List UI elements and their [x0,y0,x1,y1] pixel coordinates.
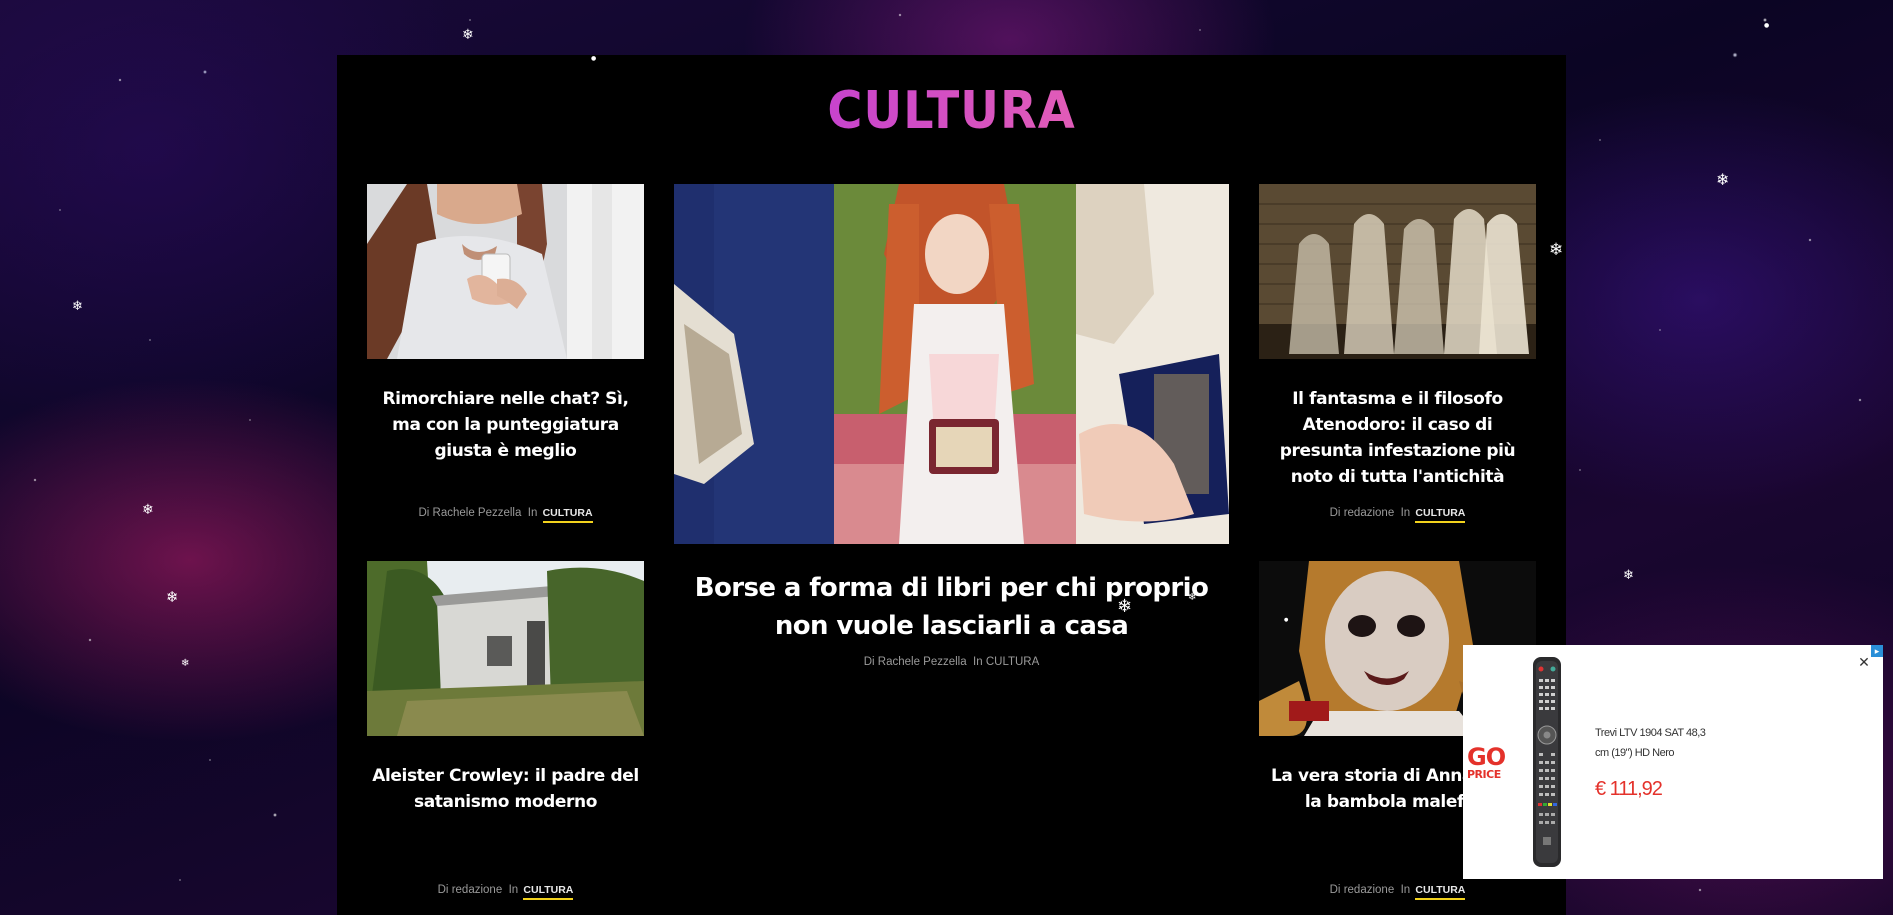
article-thumbnail[interactable] [367,561,644,736]
snowflake-icon: ❄ [72,299,83,314]
remote-control-image[interactable] [1531,657,1563,867]
byline-in: In [1400,507,1411,519]
article-byline: Di redazione In CULTURA [1259,884,1536,900]
category-link[interactable]: CULTURA [1415,507,1466,523]
ad-product-name[interactable]: Trevi LTV 1904 SAT 48,3 cm (19") HD Nero [1595,723,1725,763]
byline-prefix: Di [1329,507,1341,519]
author-link[interactable]: Rachele Pezzella [878,656,967,668]
byline-in: In [973,656,983,668]
ad-product-line2: cm (19") HD Nero [1595,747,1675,759]
category-link[interactable]: CULTURA [542,507,593,523]
featured-article-image[interactable] [674,184,1229,544]
article-title[interactable]: Aleister Crowley: il padre del satanismo… [367,763,644,815]
article-card[interactable]: Il fantasma e il filosofo Atenodoro: il … [1259,184,1536,544]
article-title[interactable]: Il fantasma e il filosofo Atenodoro: il … [1259,386,1536,490]
article-byline: Di redazione In CULTURA [1259,507,1536,523]
page-title: CULTURA [386,81,1517,141]
snowflake-icon: ❄ [1716,170,1730,189]
byline-prefix: Di [1329,884,1341,896]
article-byline: Di Rachele Pezzella In CULTURA [367,507,644,523]
category-link[interactable]: CULTURA [1415,884,1466,900]
category-link[interactable]: CULTURA [986,656,1039,668]
featured-byline: Di Rachele Pezzella In CULTURA [674,656,1229,668]
ad-info-icon[interactable]: ▸ [1871,645,1883,657]
article-byline: Di redazione In CULTURA [367,884,644,900]
byline-prefix: Di [863,656,875,668]
byline-prefix: Di [437,884,449,896]
article-card[interactable]: Aleister Crowley: il padre del satanismo… [367,561,644,915]
article-thumbnail[interactable] [367,184,644,359]
snowflake-icon: ❄ [462,27,474,43]
author-link[interactable]: redazione [452,884,503,896]
snowflake-icon: ❄ [1623,568,1634,583]
article-title[interactable]: Rimorchiare nelle chat? Sì, ma con la pu… [367,386,644,464]
article-card[interactable]: Rimorchiare nelle chat? Sì, ma con la pu… [367,184,644,544]
snowflake-icon: ❄ [142,502,154,518]
author-link[interactable]: redazione [1344,507,1395,519]
author-link[interactable]: redazione [1344,884,1395,896]
featured-article-title[interactable]: Borse a forma di libri per chi proprio n… [674,569,1229,645]
snowflake-icon: ❄ [181,658,190,669]
ad-product-line1: Trevi LTV 1904 SAT 48,3 [1595,727,1706,739]
snowflake-icon: ● [1764,22,1770,29]
byline-in: In [1400,884,1411,896]
ad-price[interactable]: € 111,92 [1595,778,1663,801]
close-icon[interactable]: ✕ [1857,655,1871,669]
byline-in: In [508,884,519,896]
advertisement-banner[interactable]: ▸ ✕ GO PRICE Trevi LTV 1904 SAT 48,3 cm … [1463,645,1883,879]
article-thumbnail[interactable] [1259,184,1536,359]
byline-prefix: Di [418,507,430,519]
snowflake-icon: ❄ [166,588,179,606]
author-link[interactable]: Rachele Pezzella [433,507,522,519]
byline-in: In [527,507,538,519]
category-link[interactable]: CULTURA [523,884,574,900]
ad-logo-top: GO [1467,743,1506,771]
content-container: CULTURA Rimorchiare nelle chat? Sì, ma c… [337,55,1566,915]
ad-logo[interactable]: GO PRICE [1467,745,1509,780]
